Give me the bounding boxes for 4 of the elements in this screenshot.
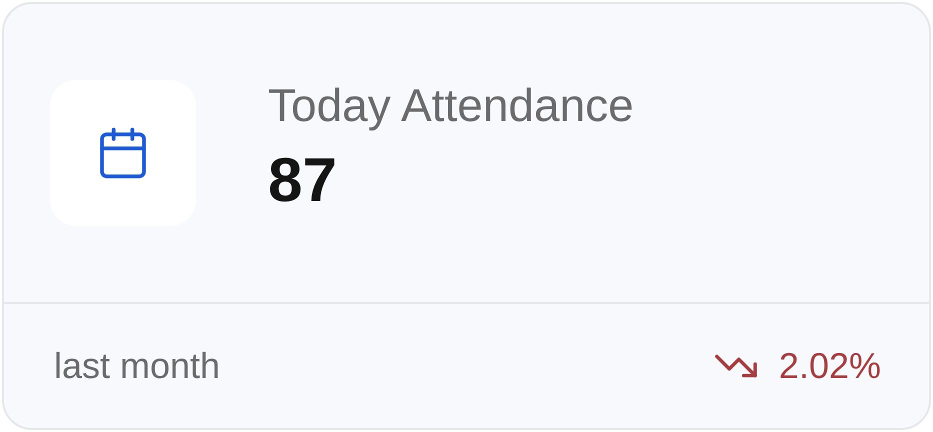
stat-value: 87 — [268, 150, 338, 212]
trend-value: 2.02% — [778, 344, 881, 388]
card-title: Today Attendance — [268, 82, 634, 128]
footer-label: last month — [54, 344, 220, 388]
